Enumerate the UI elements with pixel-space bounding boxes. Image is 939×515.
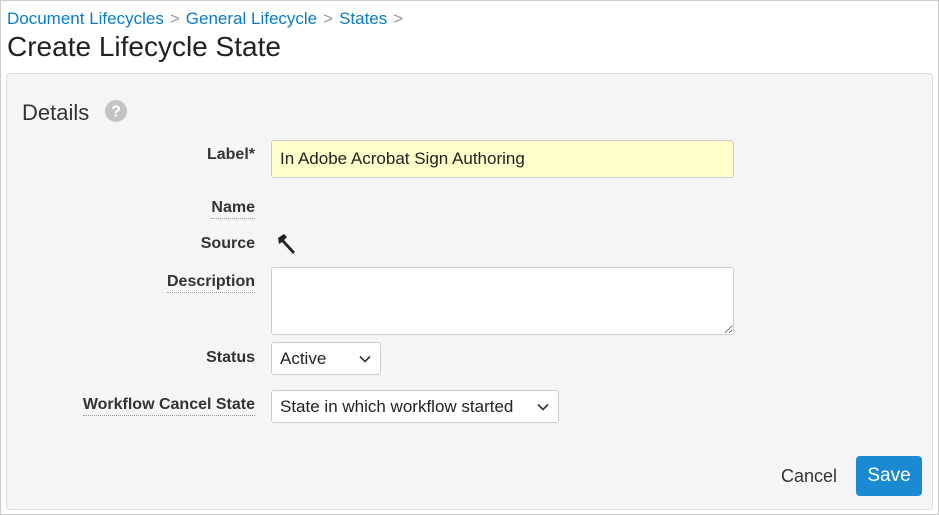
workflow-cancel-state-value: State in which workflow started — [280, 396, 514, 416]
description-textarea[interactable] — [271, 267, 734, 335]
svg-text:?: ? — [111, 104, 121, 121]
question-circle-icon[interactable]: ? — [105, 100, 127, 122]
breadcrumb-document-lifecycles[interactable]: Document Lifecycles — [7, 9, 164, 28]
hammer-icon — [278, 234, 295, 254]
label-input[interactable] — [271, 140, 734, 178]
breadcrumb-separator: > — [169, 9, 180, 28]
breadcrumb-separator: > — [323, 9, 334, 28]
workflow-cancel-state-field-label: Workflow Cancel State — [82, 396, 255, 416]
cancel-button[interactable]: Cancel — [781, 466, 837, 487]
status-value: Active — [280, 348, 327, 368]
details-panel: Details ? Label* Name Source Description… — [6, 73, 933, 510]
status-field-label: Status — [206, 349, 255, 366]
breadcrumb: Document Lifecycles > General Lifecycle > St… — [7, 9, 409, 29]
chevron-down-icon — [537, 403, 549, 411]
section-title: Details — [22, 100, 90, 125]
status-select[interactable]: Active — [271, 342, 381, 375]
name-field-label: Name — [211, 199, 255, 219]
save-button[interactable]: Save — [856, 456, 922, 496]
source-field-label: Source — [200, 235, 255, 252]
description-field-label: Description — [166, 273, 255, 293]
page-title: Create Lifecycle State — [7, 31, 281, 62]
label-field-label: Label* — [206, 146, 255, 163]
breadcrumb-separator: > — [393, 9, 404, 28]
breadcrumb-states[interactable]: States — [339, 9, 387, 28]
workflow-cancel-state-select[interactable]: State in which workflow started — [271, 390, 559, 423]
chevron-down-icon — [359, 355, 371, 363]
breadcrumb-general-lifecycle[interactable]: General Lifecycle — [186, 9, 317, 28]
